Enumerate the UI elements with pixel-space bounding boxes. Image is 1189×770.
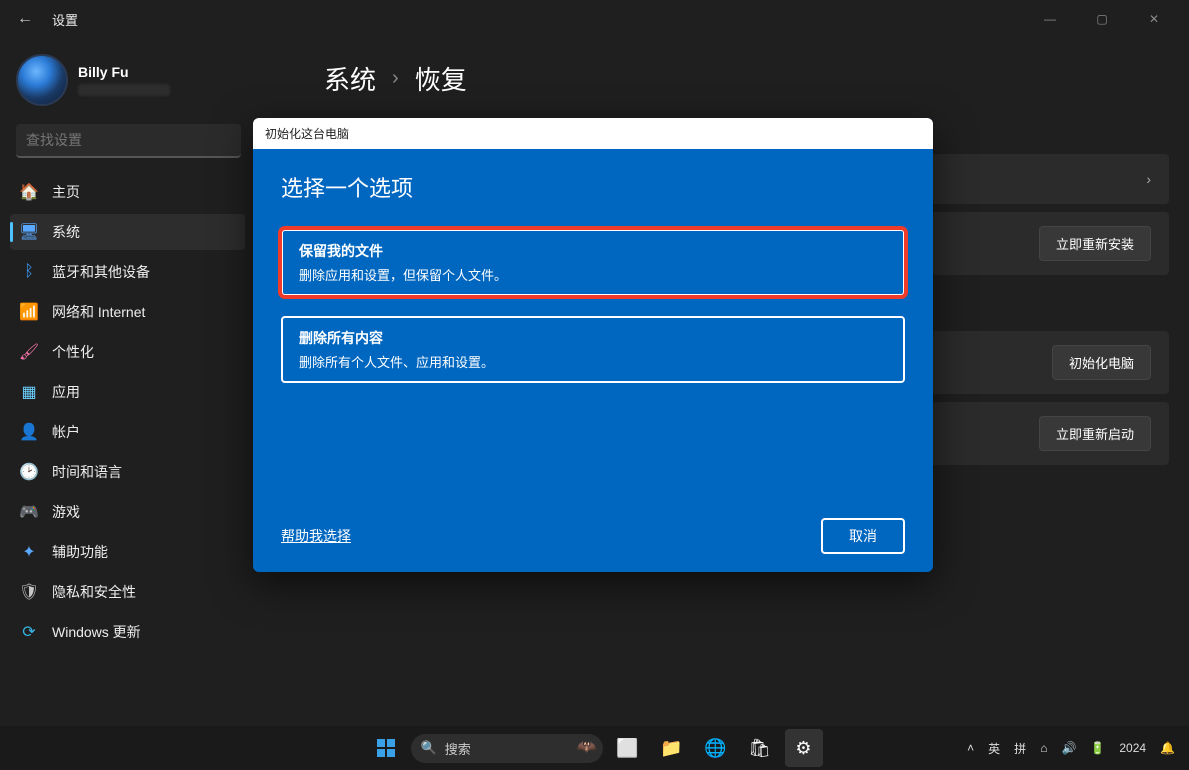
sidebar-item-label: 应用 bbox=[52, 382, 80, 402]
close-button[interactable]: ✕ bbox=[1137, 12, 1171, 26]
option-keep-my-files[interactable]: 保留我的文件 删除应用和设置，但保留个人文件。 bbox=[281, 229, 905, 296]
sidebar-item-home[interactable]: 🏠 主页 bbox=[10, 174, 245, 210]
sidebar-item-label: 辅助功能 bbox=[52, 542, 108, 562]
taskbar-search[interactable]: 🔍 搜索 🦇 bbox=[411, 734, 603, 763]
sidebar-item-accounts[interactable]: 👤 帐户 bbox=[10, 414, 245, 450]
sidebar-item-label: 系统 bbox=[52, 222, 80, 242]
sidebar-item-system[interactable]: 🖥 系统 bbox=[10, 214, 245, 250]
sidebar-item-label: 帐户 bbox=[52, 422, 80, 442]
sidebar-item-gaming[interactable]: 🎮 游戏 bbox=[10, 494, 245, 530]
ime-indicator-2[interactable]: 拼 bbox=[1014, 740, 1026, 757]
accessibility-icon: ✦ bbox=[20, 543, 38, 561]
minimize-button[interactable]: — bbox=[1033, 12, 1067, 26]
window-title: 设置 bbox=[52, 10, 78, 29]
sidebar-item-label: 个性化 bbox=[52, 342, 94, 362]
chevron-right-icon: › bbox=[392, 67, 399, 90]
option-description: 删除应用和设置，但保留个人文件。 bbox=[299, 265, 887, 284]
user-email-placeholder bbox=[78, 84, 170, 96]
user-profile[interactable]: Billy Fu bbox=[10, 48, 245, 120]
task-view-button[interactable]: ⬜ bbox=[609, 729, 647, 767]
notifications-button[interactable]: 🔔 bbox=[1160, 741, 1175, 755]
system-tray: ˄ 英 拼 ⌂ 🔊 🔋 2024 🔔 bbox=[967, 740, 1189, 757]
option-title: 保留我的文件 bbox=[299, 241, 887, 261]
gamepad-icon: 🎮 bbox=[20, 503, 38, 521]
sidebar-item-bluetooth[interactable]: ᛒ 蓝牙和其他设备 bbox=[10, 254, 245, 290]
sidebar-item-personalization[interactable]: 🖌 个性化 bbox=[10, 334, 245, 370]
maximize-button[interactable]: ▢ bbox=[1085, 12, 1119, 26]
sidebar-item-network[interactable]: 📶 网络和 Internet bbox=[10, 294, 245, 330]
titlebar: ← 设置 — ▢ ✕ bbox=[0, 0, 1189, 38]
wifi-icon: 📶 bbox=[20, 303, 38, 321]
start-button[interactable] bbox=[367, 729, 405, 767]
file-explorer-button[interactable]: 📁 bbox=[653, 729, 691, 767]
home-icon: 🏠 bbox=[20, 183, 38, 201]
user-name: Billy Fu bbox=[78, 64, 170, 80]
dialog-window-title: 初始化这台电脑 bbox=[253, 118, 933, 149]
tray-overflow-button[interactable]: ˄ bbox=[967, 741, 974, 755]
shield-icon: 🛡 bbox=[20, 583, 38, 601]
sidebar-item-label: 游戏 bbox=[52, 502, 80, 522]
sidebar-item-label: 隐私和安全性 bbox=[52, 582, 136, 602]
search-icon: 🔍 bbox=[421, 740, 437, 756]
option-remove-everything[interactable]: 删除所有内容 删除所有个人文件、应用和设置。 bbox=[281, 316, 905, 383]
sidebar-item-label: Windows 更新 bbox=[52, 622, 141, 642]
reinstall-now-button[interactable]: 立即重新安装 bbox=[1039, 226, 1151, 261]
sidebar-item-time-language[interactable]: 🕑 时间和语言 bbox=[10, 454, 245, 490]
dialog-heading: 选择一个选项 bbox=[281, 171, 905, 203]
restart-now-button[interactable]: 立即重新启动 bbox=[1039, 416, 1151, 451]
network-icon[interactable]: ⌂ bbox=[1040, 741, 1047, 755]
sidebar: Billy Fu 🏠主页 🖥系统 ᛒ蓝牙和其他设备 📶网络和 Internet … bbox=[0, 48, 255, 650]
option-title: 删除所有内容 bbox=[299, 328, 887, 348]
battery-icon[interactable]: 🔋 bbox=[1090, 741, 1105, 755]
apps-icon: ▦ bbox=[20, 383, 38, 401]
clock-icon: 🕑 bbox=[20, 463, 38, 481]
sidebar-item-label: 蓝牙和其他设备 bbox=[52, 262, 150, 282]
settings-button[interactable]: ⚙ bbox=[785, 729, 823, 767]
edge-button[interactable]: 🌐 bbox=[697, 729, 735, 767]
chevron-right-icon: › bbox=[1146, 171, 1151, 187]
person-icon: 👤 bbox=[20, 423, 38, 441]
breadcrumb-parent[interactable]: 系统 bbox=[324, 60, 376, 97]
sidebar-item-accessibility[interactable]: ✦ 辅助功能 bbox=[10, 534, 245, 570]
bluetooth-icon: ᛒ bbox=[20, 263, 38, 281]
volume-icon[interactable]: 🔊 bbox=[1061, 741, 1076, 755]
paintbrush-icon: 🖌 bbox=[20, 343, 38, 361]
breadcrumb: 系统 › 恢复 bbox=[324, 60, 1169, 97]
avatar bbox=[16, 54, 68, 106]
sidebar-item-privacy[interactable]: 🛡 隐私和安全性 bbox=[10, 574, 245, 610]
sidebar-item-update[interactable]: ⟳ Windows 更新 bbox=[10, 614, 245, 650]
taskbar-center: 🔍 搜索 🦇 ⬜ 📁 🌐 🛍 ⚙ bbox=[367, 729, 823, 767]
breadcrumb-current: 恢复 bbox=[415, 60, 467, 97]
reset-pc-dialog: 初始化这台电脑 选择一个选项 保留我的文件 删除应用和设置，但保留个人文件。 删… bbox=[253, 118, 933, 572]
cancel-button[interactable]: 取消 bbox=[821, 518, 905, 554]
sidebar-item-label: 网络和 Internet bbox=[52, 302, 145, 322]
clock-year[interactable]: 2024 bbox=[1119, 741, 1146, 755]
back-button[interactable]: ← bbox=[10, 4, 40, 34]
search-placeholder: 搜索 bbox=[445, 739, 471, 758]
sidebar-item-label: 时间和语言 bbox=[52, 462, 122, 482]
system-icon: 🖥 bbox=[20, 223, 38, 241]
ime-indicator-1[interactable]: 英 bbox=[988, 740, 1000, 757]
window-controls: — ▢ ✕ bbox=[1033, 12, 1179, 26]
sidebar-item-apps[interactable]: ▦ 应用 bbox=[10, 374, 245, 410]
option-description: 删除所有个人文件、应用和设置。 bbox=[299, 352, 887, 371]
reset-pc-button[interactable]: 初始化电脑 bbox=[1052, 345, 1151, 380]
help-me-choose-link[interactable]: 帮助我选择 bbox=[281, 526, 351, 546]
update-icon: ⟳ bbox=[20, 623, 38, 641]
search-decoration-icon: 🦇 bbox=[577, 737, 597, 757]
store-button[interactable]: 🛍 bbox=[741, 729, 779, 767]
sidebar-item-label: 主页 bbox=[52, 182, 80, 202]
taskbar: 🔍 搜索 🦇 ⬜ 📁 🌐 🛍 ⚙ ˄ 英 拼 ⌂ 🔊 🔋 2024 🔔 bbox=[0, 726, 1189, 770]
nav-list: 🏠主页 🖥系统 ᛒ蓝牙和其他设备 📶网络和 Internet 🖌个性化 ▦应用 … bbox=[10, 174, 245, 650]
search-input[interactable] bbox=[16, 124, 241, 158]
